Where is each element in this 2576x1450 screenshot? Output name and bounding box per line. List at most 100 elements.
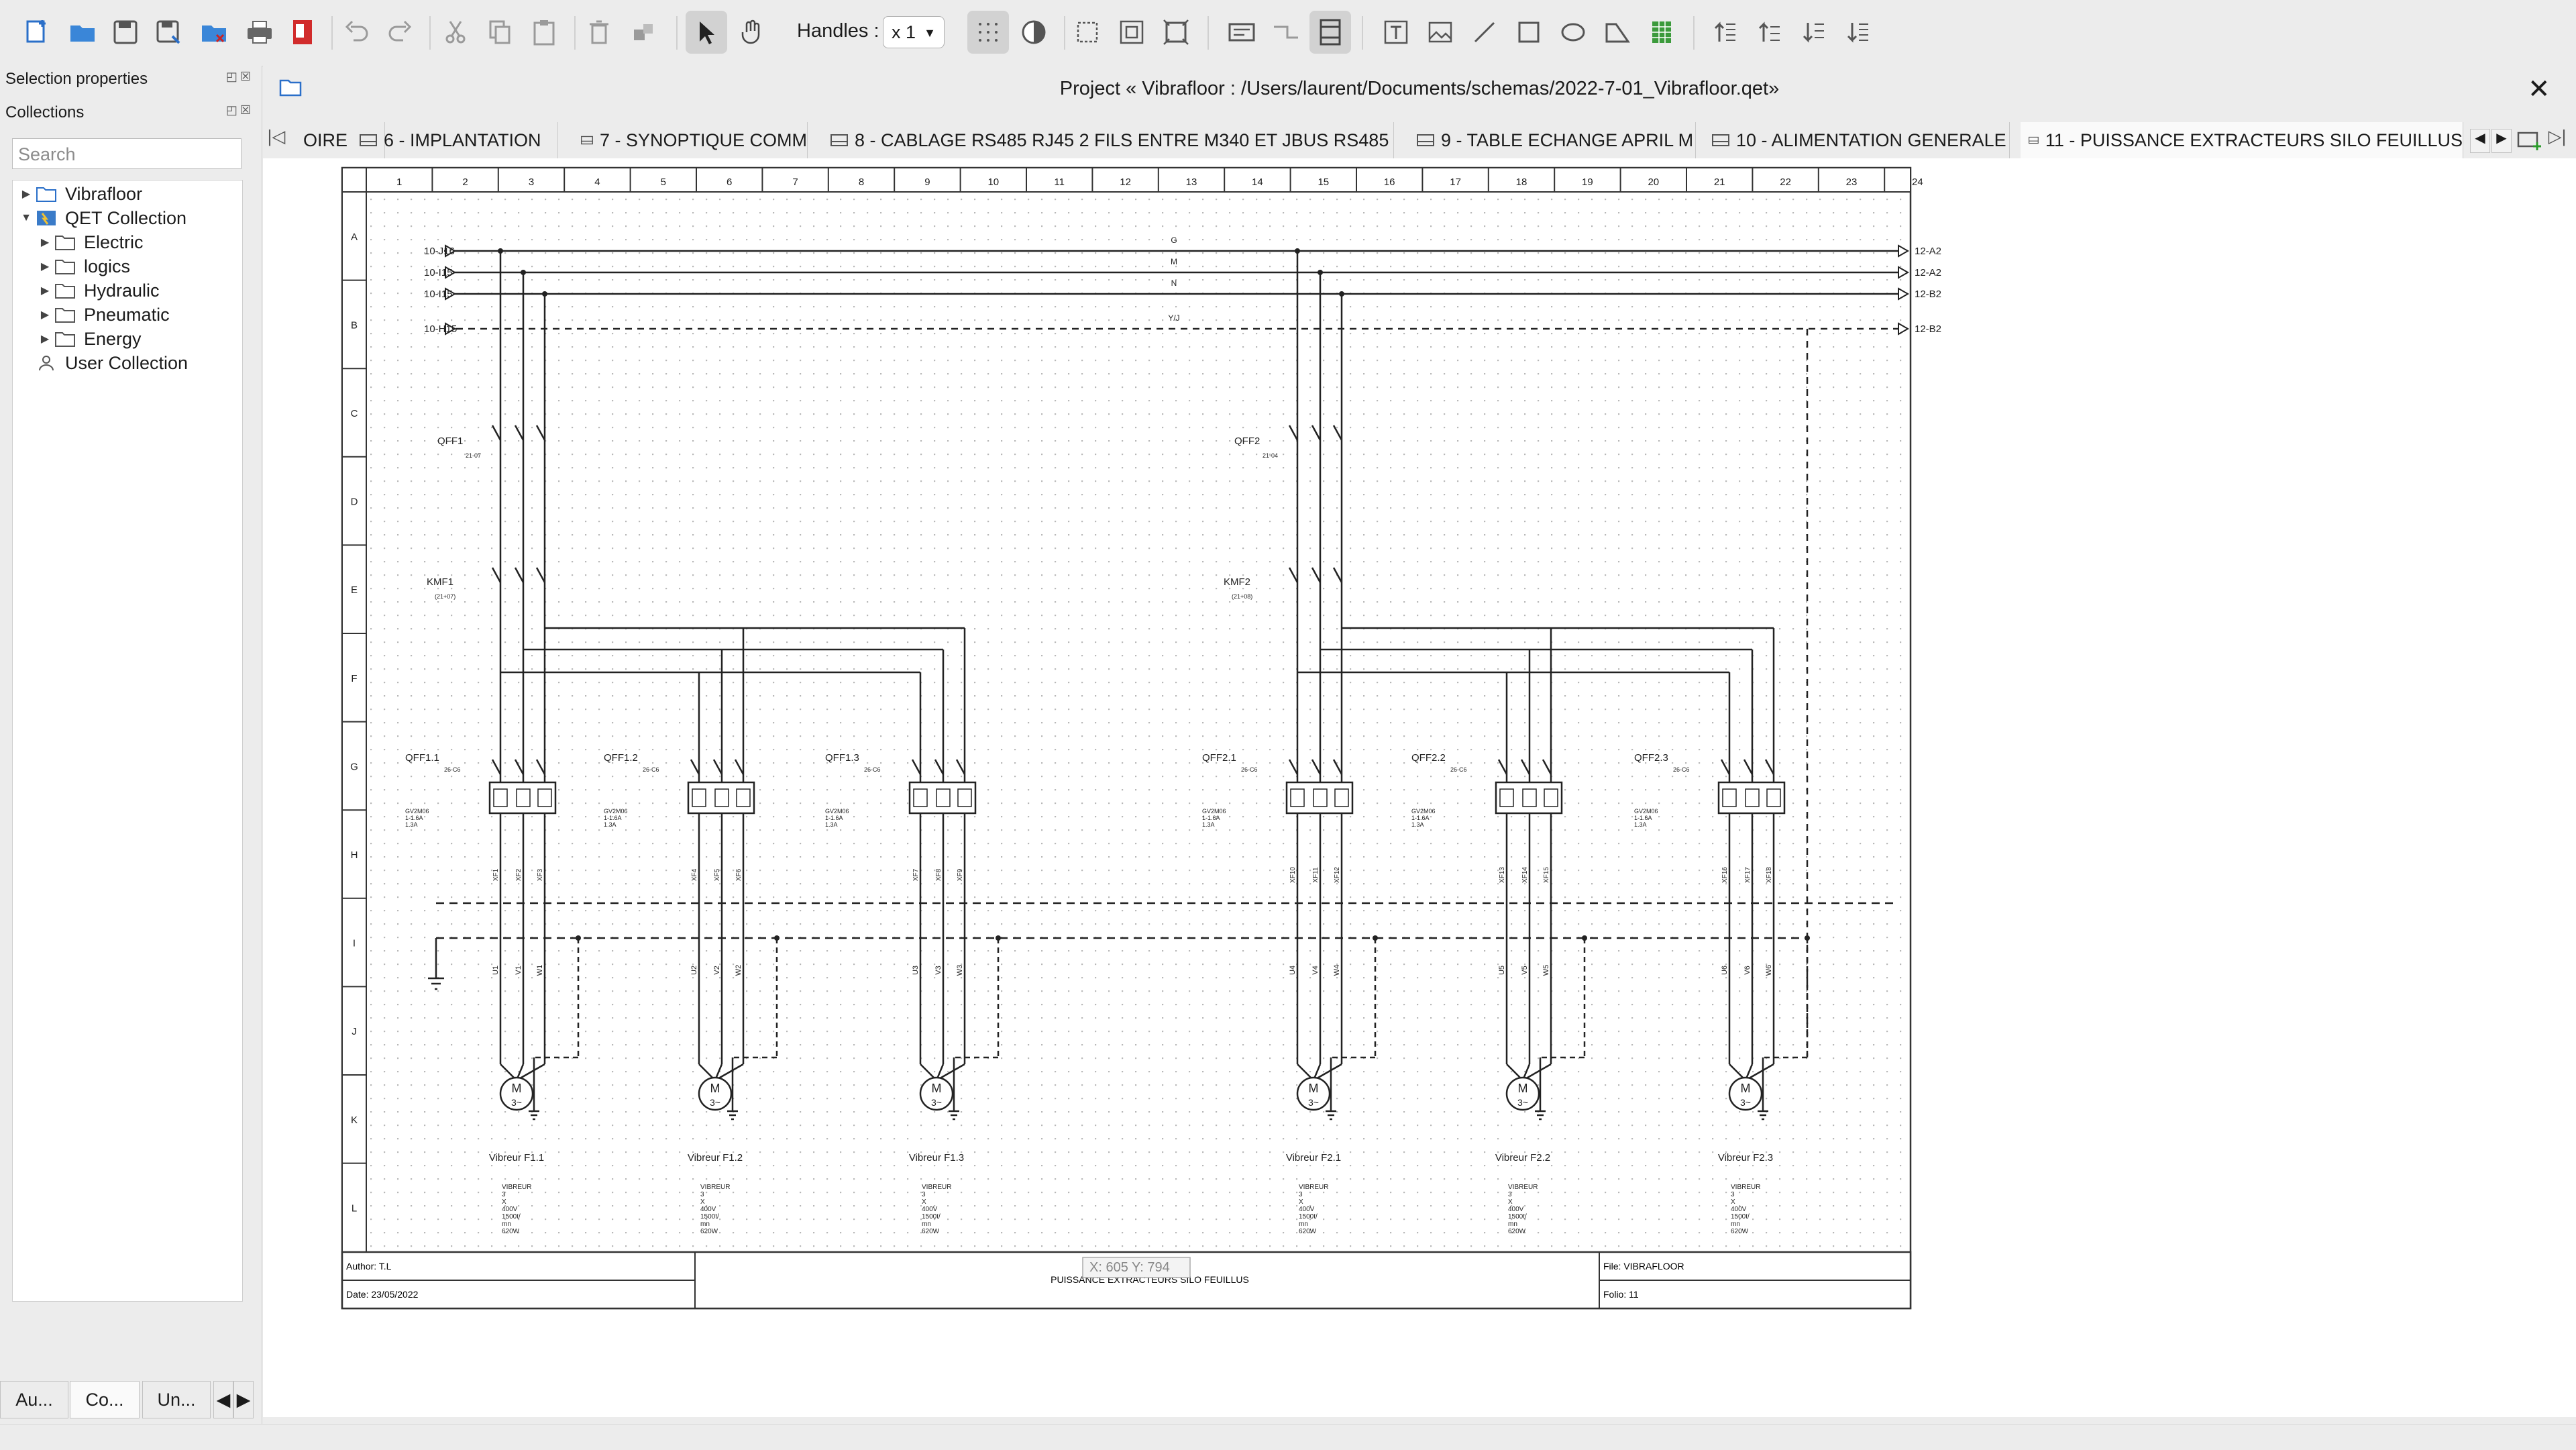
motor-spec: 3 bbox=[1299, 1191, 1303, 1198]
print-icon[interactable] bbox=[239, 11, 280, 54]
copy-icon[interactable] bbox=[479, 11, 521, 54]
paste-icon[interactable] bbox=[523, 11, 565, 54]
send-back-icon[interactable] bbox=[1837, 11, 1878, 54]
tab-scroll-left-icon[interactable]: ◀ bbox=[213, 1381, 233, 1418]
text-field-icon[interactable] bbox=[1221, 11, 1263, 54]
tab-scroll-left-icon[interactable]: ◀ bbox=[2470, 129, 2490, 153]
diagram-canvas[interactable]: 1 2 3 4 5 6 7 8 9 10 11 12 13 14 15 16 17 18 19 20 21 22 23 24 … bbox=[263, 158, 2576, 1417]
collection-tree: ▶ Vibrafloor ▼ QET Collection ▶ Electric… bbox=[12, 180, 243, 1302]
grid-icon[interactable] bbox=[967, 11, 1009, 54]
dock-tab-undo[interactable]: Un... bbox=[142, 1381, 211, 1418]
rectangle-icon[interactable] bbox=[1508, 11, 1550, 54]
contactor-ref: (21+07) bbox=[435, 593, 455, 600]
tree-item-label: Vibrafloor bbox=[65, 183, 143, 204]
add-text-icon[interactable] bbox=[1375, 11, 1417, 54]
chevron-right-icon[interactable]: ▶ bbox=[36, 332, 54, 346]
tab-folio-6[interactable]: 6 - IMPLANTATION bbox=[352, 122, 558, 158]
bus-left-label: 10-I15 bbox=[424, 289, 453, 300]
new-project-icon[interactable] bbox=[16, 11, 58, 54]
chevron-right-icon[interactable]: ▶ bbox=[36, 308, 54, 321]
save-icon[interactable] bbox=[105, 11, 146, 54]
eraser-icon[interactable] bbox=[1013, 11, 1055, 54]
title-block: Author: T.L Date: 23/05/2022 PUISSANCE E… bbox=[341, 1251, 1912, 1310]
close-icon[interactable]: ✕ bbox=[2528, 74, 2551, 105]
handles-select[interactable]: x 1 ▼ bbox=[883, 16, 945, 48]
phase-label: V6 bbox=[1743, 966, 1752, 974]
schematic-drawing[interactable]: 1 2 3 4 5 6 7 8 9 10 11 12 13 14 15 16 17 18 19 20 21 22 23 24 … bbox=[263, 158, 2576, 1417]
ellipse-icon[interactable] bbox=[1552, 11, 1594, 54]
select-all-icon[interactable] bbox=[1067, 11, 1108, 54]
motor-spec: mn bbox=[1299, 1221, 1308, 1228]
column-header: 9 bbox=[924, 176, 930, 188]
tree-item-qet-collection[interactable]: ▼ QET Collection bbox=[17, 206, 186, 230]
terminal-strip-icon[interactable] bbox=[1309, 11, 1351, 54]
close-project-icon[interactable] bbox=[193, 11, 235, 54]
tree-item-vibrafloor[interactable]: ▶ Vibrafloor bbox=[17, 182, 142, 206]
chevron-down-icon[interactable]: ▼ bbox=[17, 212, 36, 224]
breaker-ref: 21-07 bbox=[466, 452, 481, 459]
dock-tab-collections[interactable]: Co... bbox=[70, 1381, 140, 1418]
tree-item-user-collection[interactable]: User Collection bbox=[17, 351, 188, 375]
contactor-ref: (21+08) bbox=[1232, 593, 1252, 600]
tab-folio-8[interactable]: 8 - CABLAGE RS485 RJ45 2 FILS ENTRE M340… bbox=[822, 122, 1394, 158]
motor-spec: 400V bbox=[502, 1206, 518, 1213]
tree-item-hydraulic[interactable]: ▶ Hydraulic bbox=[36, 278, 160, 303]
row-header: G bbox=[350, 761, 358, 772]
open-icon[interactable] bbox=[62, 11, 103, 54]
redo-icon[interactable] bbox=[380, 11, 421, 54]
chevron-right-icon[interactable]: ▶ bbox=[36, 236, 54, 249]
tree-item-electric[interactable]: ▶ Electric bbox=[36, 230, 144, 254]
table-icon[interactable] bbox=[1641, 11, 1682, 54]
phase-label: U3 bbox=[912, 966, 920, 975]
add-image-icon[interactable] bbox=[1419, 11, 1461, 54]
add-folio-icon[interactable] bbox=[2517, 129, 2544, 152]
status-bar bbox=[0, 1424, 2576, 1450]
phase-label: U6 bbox=[1721, 966, 1729, 975]
select-tool-icon[interactable] bbox=[686, 11, 727, 54]
line-icon[interactable] bbox=[1464, 11, 1505, 54]
save-as-icon[interactable] bbox=[148, 11, 189, 54]
tab-folio-10[interactable]: 10 - ALIMENTATION GENERALE bbox=[1704, 122, 2010, 158]
raise-icon[interactable] bbox=[1748, 11, 1790, 54]
tree-item-pneumatic[interactable]: ▶ Pneumatic bbox=[36, 303, 170, 327]
export-pdf-icon[interactable] bbox=[282, 11, 323, 54]
motor-symbol-sub: 3~ bbox=[1740, 1097, 1751, 1108]
zoom-fit-icon[interactable] bbox=[1111, 11, 1152, 54]
chevron-right-icon[interactable]: ▶ bbox=[36, 284, 54, 297]
zoom-reset-icon[interactable] bbox=[1155, 11, 1197, 54]
lower-icon[interactable] bbox=[1792, 11, 1834, 54]
phase-label: W4 bbox=[1333, 965, 1341, 976]
tab-folio-11[interactable]: 11 - PUISSANCE EXTRACTEURS SILO FEUILLUS bbox=[2021, 122, 2463, 158]
collection-search-input[interactable]: Search bbox=[12, 138, 241, 169]
first-tab-icon[interactable]: |◁ bbox=[266, 126, 287, 154]
cut-icon[interactable] bbox=[435, 11, 476, 54]
tab-folio-9[interactable]: 9 - TABLE ECHANGE APRIL M bbox=[1409, 122, 1696, 158]
tab-scroll-right-icon[interactable]: ▶ bbox=[233, 1381, 254, 1418]
motor-label: Vibreur F2.3 bbox=[1718, 1152, 1773, 1163]
motor-spec: 400V bbox=[922, 1206, 938, 1213]
bring-front-icon[interactable] bbox=[1704, 11, 1746, 54]
tab-folio-7[interactable]: 7 - SYNOPTIQUE COMM bbox=[573, 122, 808, 158]
column-header: 1 bbox=[396, 176, 402, 188]
dock-float-close-icon[interactable]: ◰☒ bbox=[226, 103, 254, 117]
motor-spec: 3 bbox=[1731, 1191, 1735, 1198]
rotate-icon[interactable] bbox=[623, 11, 664, 54]
last-tab-icon[interactable]: ▷| bbox=[2546, 126, 2568, 154]
hand-tool-icon[interactable] bbox=[731, 11, 773, 54]
conductor-icon[interactable] bbox=[1265, 11, 1307, 54]
chevron-right-icon[interactable]: ▶ bbox=[36, 260, 54, 273]
row-header: J bbox=[352, 1026, 357, 1037]
tab-scroll-right-icon[interactable]: ▶ bbox=[2491, 129, 2512, 153]
motor-spec: 400V bbox=[1299, 1206, 1315, 1213]
dock-tab-auto[interactable]: Au... bbox=[0, 1381, 68, 1418]
tree-item-logics[interactable]: ▶ logics bbox=[36, 254, 130, 278]
chevron-right-icon[interactable]: ▶ bbox=[17, 187, 36, 201]
tree-item-energy[interactable]: ▶ Energy bbox=[36, 327, 142, 351]
dock-float-close-icon[interactable]: ◰☒ bbox=[226, 70, 254, 84]
breaker-spec: GV2M06 bbox=[825, 808, 849, 815]
polygon-icon[interactable] bbox=[1597, 11, 1638, 54]
folder-icon bbox=[55, 332, 75, 347]
collections-title: Collections bbox=[5, 103, 85, 121]
undo-icon[interactable] bbox=[335, 11, 377, 54]
delete-icon[interactable] bbox=[578, 11, 620, 54]
